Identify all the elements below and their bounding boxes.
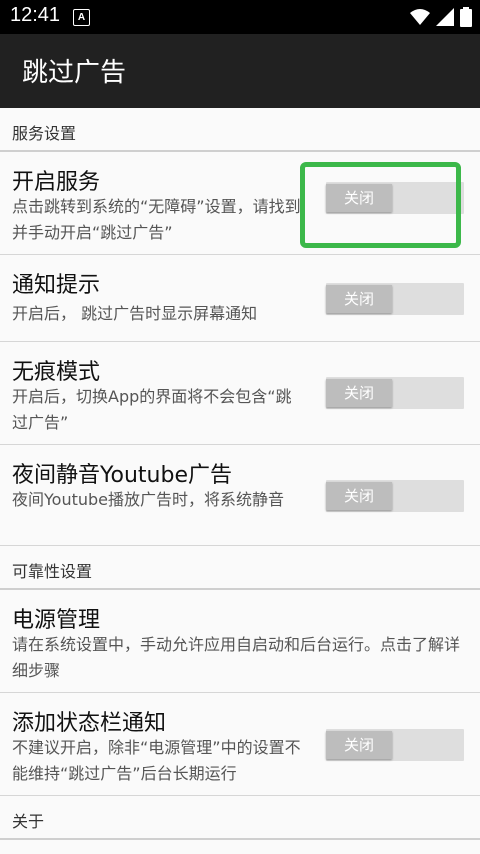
setting-statusbar-notify[interactable]: 添加状态栏通知 不建议开启，除非“电源管理”中的设置不能维持“跳过广告”后台长期…: [0, 693, 480, 796]
setting-title: 添加状态栏通知: [12, 711, 167, 736]
wifi-icon: [410, 9, 430, 25]
section-title: 可靠性设置: [12, 562, 93, 581]
setting-description: 夜间Youtube播放广告时，将系统静音: [12, 490, 284, 509]
toggle-knob: 关闭: [326, 285, 392, 313]
setting-description: 开启后，切换App的界面将不会包含“跳过广告”: [12, 387, 292, 432]
setting-description: 不建议开启，除非“电源管理”中的设置不能维持“跳过广告”后台长期运行: [12, 738, 301, 783]
toggle-knob: 关闭: [326, 379, 392, 407]
setting-power[interactable]: 电源管理 请在系统设置中，手动允许应用自启动和后台运行。点击了解详细步骤: [0, 590, 480, 693]
setting-description: 点击跳转到系统的“无障碍”设置，请找到并手动开启“跳过广告”: [12, 197, 301, 242]
toggle-knob: 关闭: [326, 482, 392, 510]
settings-list: 服务设置 开启服务 点击跳转到系统的“无障碍”设置，请找到并手动开启“跳过广告”…: [0, 108, 480, 840]
setting-incognito[interactable]: 无痕模式 开启后，切换App的界面将不会包含“跳过广告” 关闭: [0, 342, 480, 445]
setting-description: 请在系统设置中，手动允许应用自启动和后台运行。点击了解详细步骤: [12, 635, 461, 680]
setting-title: 开启服务: [12, 170, 101, 195]
setting-title: 电源管理: [12, 608, 101, 633]
status-icons: [410, 7, 472, 27]
notify-toggle[interactable]: 关闭: [326, 283, 464, 315]
night-mute-toggle[interactable]: 关闭: [326, 480, 464, 512]
app-bar: 跳过广告: [0, 34, 480, 108]
status-time: 12:41: [10, 4, 61, 26]
section-title: 服务设置: [12, 124, 77, 143]
incognito-toggle[interactable]: 关闭: [326, 377, 464, 409]
setting-night-mute[interactable]: 夜间静音Youtube广告 夜间Youtube播放广告时，将系统静音 关闭: [0, 445, 480, 546]
section-header-service: 服务设置: [0, 108, 480, 152]
setting-title: 夜间静音Youtube广告: [12, 463, 232, 488]
setting-description: 开启后， 跳过广告时显示屏幕通知: [12, 304, 258, 323]
battery-icon: [460, 7, 472, 27]
toggle-knob: 关闭: [326, 184, 392, 212]
page-title: 跳过广告: [22, 58, 127, 88]
statusbar-notify-toggle[interactable]: 关闭: [326, 729, 464, 761]
start-service-toggle[interactable]: 关闭: [326, 182, 464, 214]
setting-start-service[interactable]: 开启服务 点击跳转到系统的“无障碍”设置，请找到并手动开启“跳过广告” 关闭: [0, 152, 480, 255]
section-title: 关于: [12, 812, 45, 831]
toggle-knob: 关闭: [326, 731, 392, 759]
section-header-reliability: 可靠性设置: [0, 546, 480, 590]
status-bar: 12:41 A: [0, 0, 480, 34]
setting-title: 无痕模式: [12, 360, 101, 385]
signal-icon: [436, 8, 454, 26]
setting-notify[interactable]: 通知提示 开启后， 跳过广告时显示屏幕通知 关闭: [0, 255, 480, 342]
notification-a-icon: A: [73, 9, 90, 26]
setting-title: 通知提示: [12, 273, 101, 298]
section-header-about: 关于: [0, 796, 480, 840]
